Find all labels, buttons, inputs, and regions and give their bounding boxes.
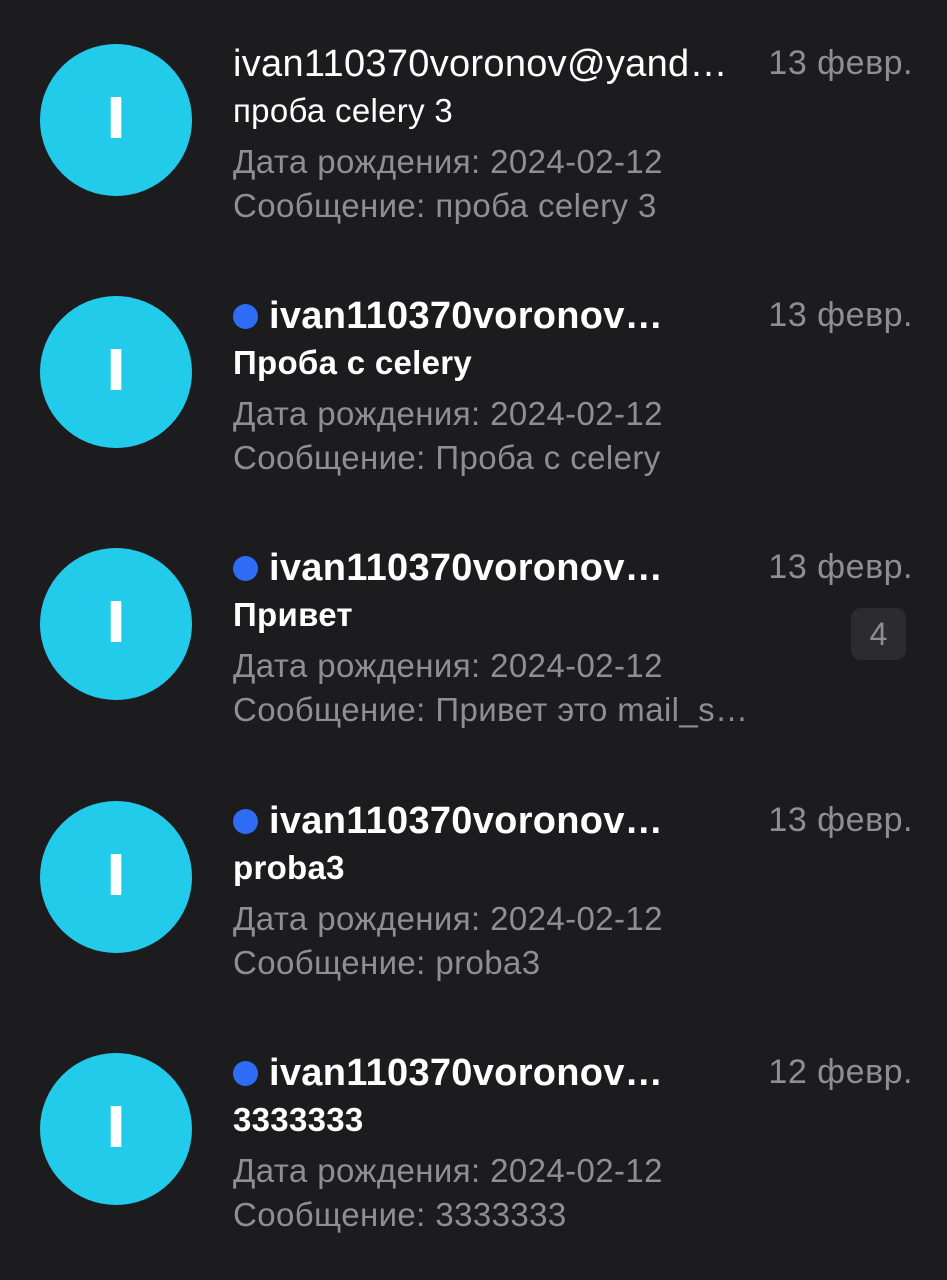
message-row[interactable]: I ivan110370voronov… 13 февр. proba3 Дат… <box>0 757 947 1009</box>
message-preview-line2: Сообщение: 3333333 <box>233 1196 567 1233</box>
message-preview-line2: Сообщение: Проба с celery <box>233 439 661 476</box>
message-preview-line1: Дата рождения: 2024-02-12 <box>233 647 663 684</box>
avatar: I <box>40 1053 192 1205</box>
message-date: 13 февр. <box>768 44 913 82</box>
unread-dot-icon <box>233 555 258 581</box>
unread-dot-icon <box>233 808 258 834</box>
sender-name: ivan110370voronov@yandex.ru <box>233 42 743 85</box>
message-subject: Проба с celery <box>233 344 473 381</box>
message-preview-line1: Дата рождения: 2024-02-12 <box>233 395 663 432</box>
message-row[interactable]: I ivan110370voronov… 13 февр. Проба с ce… <box>0 252 947 504</box>
unread-dot-icon <box>233 1060 258 1086</box>
message-date: 13 февр. <box>768 548 913 586</box>
sender-row: ivan110370voronov… 13 февр. <box>233 795 913 847</box>
sender-row: ivan110370voronov… 12 февр. <box>233 1047 913 1099</box>
sender-row: ivan110370voronov@yandex.ru 13 февр. <box>233 38 913 90</box>
avatar: I <box>40 44 192 196</box>
sender-row: ivan110370voronov… 13 февр. <box>233 290 913 342</box>
message-subject: 3333333 <box>233 1101 364 1138</box>
avatar: I <box>40 801 192 953</box>
message-row[interactable]: I ivan110370voronov… 12 февр. 3333333 Да… <box>0 1009 947 1261</box>
message-date: 12 февр. <box>768 1053 913 1091</box>
message-row[interactable]: I ivan110370voronov@yandex.ru 13 февр. п… <box>0 0 947 252</box>
message-preview-line2: Сообщение: Привет это mail_s… <box>233 691 749 728</box>
message-preview-line1: Дата рождения: 2024-02-12 <box>233 143 663 180</box>
sender-name: ivan110370voronov… <box>269 1051 664 1094</box>
message-preview-line2: Сообщение: proba3 <box>233 944 541 981</box>
message-subject: Привет <box>233 596 353 633</box>
message-preview-line1: Дата рождения: 2024-02-12 <box>233 900 663 937</box>
avatar: I <box>40 296 192 448</box>
avatar: I <box>40 548 192 700</box>
sender-name: ivan110370voronov… <box>269 546 664 589</box>
thread-count-badge: 4 <box>851 608 906 660</box>
sender-row: ivan110370voronov… 13 февр. <box>233 542 913 594</box>
sender-name: ivan110370voronov… <box>269 799 664 842</box>
sender-name: ivan110370voronov… <box>269 294 664 337</box>
avatar-letter: I <box>105 1096 127 1161</box>
message-subject: proba3 <box>233 849 345 886</box>
avatar-letter: I <box>105 591 127 656</box>
avatar-letter: I <box>105 339 127 404</box>
message-preview-line1: Дата рождения: 2024-02-12 <box>233 1152 663 1189</box>
message-subject: проба celery 3 <box>233 92 453 129</box>
avatar-letter: I <box>105 87 127 152</box>
avatar-letter: I <box>105 844 127 909</box>
unread-dot-icon <box>233 303 258 329</box>
message-date: 13 февр. <box>768 296 913 334</box>
message-date: 13 февр. <box>768 801 913 839</box>
message-row[interactable]: I ivan110370voronov… 13 февр. Привет 4 Д… <box>0 504 947 756</box>
message-preview-line2: Сообщение: проба celery 3 <box>233 187 657 224</box>
